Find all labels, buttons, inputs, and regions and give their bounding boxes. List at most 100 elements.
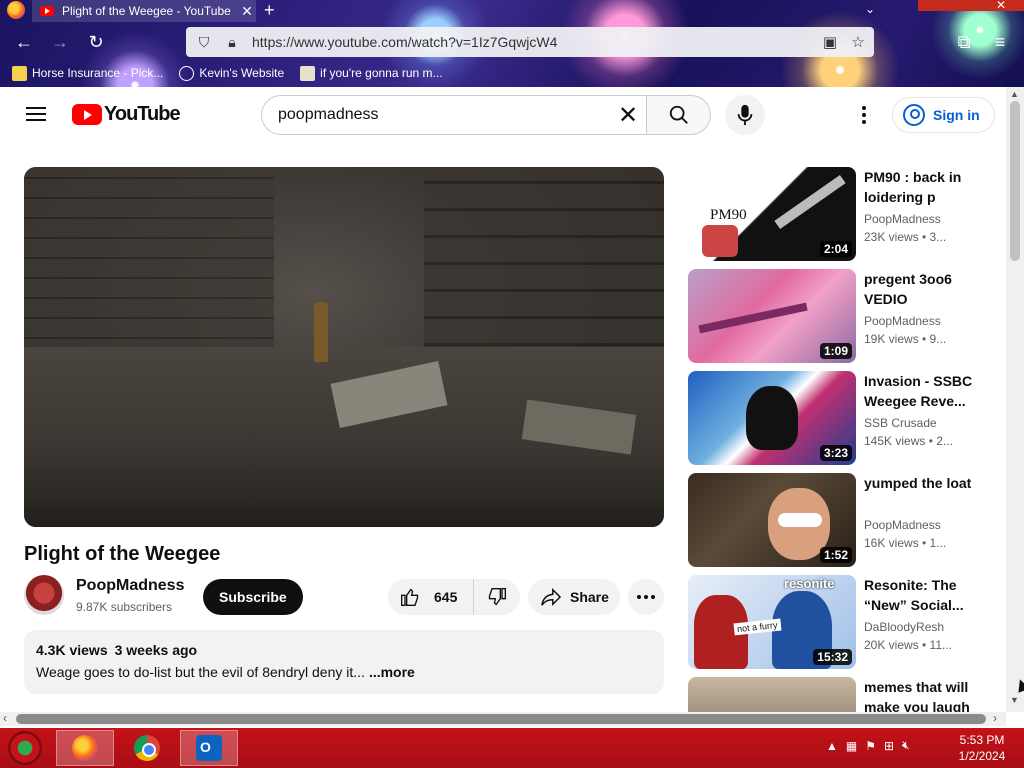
scroll-down-arrow-icon[interactable]: ▼ (1010, 695, 1019, 705)
youtube-logo[interactable]: YouTube (72, 103, 181, 126)
video-thumbnail[interactable]: PM90 2:04 (688, 167, 856, 261)
shield-icon[interactable]: ⛉ (194, 32, 214, 52)
channel-avatar[interactable] (24, 575, 64, 615)
scroll-up-arrow-icon[interactable]: ▲ (1010, 89, 1019, 99)
settings-kebab-icon[interactable] (852, 103, 876, 127)
recommendation-item[interactable]: memes that will make you laugh (688, 677, 988, 712)
vertical-scrollbar[interactable]: ▲ ▼ (1006, 87, 1024, 712)
bookmark-label: if you're gonna run m... (320, 66, 443, 80)
outlook-icon (196, 735, 222, 761)
tray-expand-icon[interactable]: ▲ (826, 739, 838, 753)
address-bar[interactable]: ⛉ 🔒︎ https://www.youtube.com/watch?v=1Iz… (186, 27, 874, 57)
recommendation-item[interactable]: PM90 2:04 PM90 : back in loidering p Poo… (688, 167, 988, 261)
reload-icon[interactable]: ↻ (84, 30, 108, 54)
recommendation-channel[interactable]: PoopMadness (864, 518, 941, 532)
lock-icon[interactable]: 🔒︎ (222, 32, 242, 52)
taskbar-outlook[interactable] (180, 730, 238, 766)
recommendation-title[interactable]: Resonite: The “New” Social... (864, 575, 976, 615)
subscribe-button[interactable]: Subscribe (203, 579, 303, 615)
vertical-scroll-thumb[interactable] (1010, 101, 1020, 261)
tray-volume-muted-icon[interactable]: 🔇︎ (902, 738, 910, 753)
video-player[interactable] (24, 167, 664, 527)
taskbar-firefox[interactable] (56, 730, 114, 766)
firefox-icon[interactable] (7, 1, 25, 19)
video-thumbnail[interactable]: not a furry resonite 15:32 (688, 575, 856, 669)
video-thumbnail[interactable] (688, 677, 856, 712)
show-more-link[interactable]: ...more (369, 664, 415, 680)
account-icon (903, 104, 925, 126)
taskbar: ▲ ▦ ⚑ ⊞ 🔇︎ 5:53 PM 1/2/2024 (0, 728, 1024, 768)
voice-search-button[interactable] (725, 95, 765, 135)
recommendation-title[interactable]: memes that will make you laugh (864, 677, 976, 712)
reader-view-icon[interactable]: ▣ (818, 30, 842, 54)
clock-time: 5:53 PM (959, 733, 1005, 747)
bookmark-item[interactable]: if you're gonna run m... (300, 65, 443, 81)
recommendation-channel[interactable]: DaBloodyResh (864, 620, 944, 634)
horizontal-scrollbar[interactable]: ‹ › (0, 711, 1006, 726)
like-button[interactable]: 645 (388, 579, 474, 615)
forward-arrow-icon[interactable]: → (48, 30, 72, 54)
recommendation-channel[interactable]: SSB Crusade (864, 416, 937, 430)
dislike-button[interactable] (474, 579, 520, 615)
upload-age: 3 weeks ago (114, 642, 198, 658)
search-box[interactable]: ✕ (261, 95, 647, 135)
tray-network-icon[interactable]: ⊞ (884, 739, 894, 753)
like-count: 645 (434, 589, 458, 605)
back-arrow-icon[interactable]: ← (12, 30, 36, 54)
logo-text: YouTube (104, 103, 181, 125)
tray-flag-icon[interactable]: ⚑ (865, 739, 876, 753)
recommendation-title[interactable]: pregent 3oo6 VEDIO (864, 269, 976, 309)
taskbar-clock[interactable]: 5:53 PM 1/2/2024 (952, 732, 1012, 764)
url-text[interactable]: https://www.youtube.com/watch?v=1Iz7Gqwj… (252, 34, 818, 50)
youtube-page: YouTube ✕ Sign in Plight of the Weegee (0, 87, 1006, 712)
tab-youtube[interactable]: Plight of the Weegee - YouTube ✕ (32, 0, 256, 22)
more-actions-button[interactable] (628, 579, 664, 615)
sign-in-button[interactable]: Sign in (892, 97, 995, 133)
tray-display-icon[interactable]: ▦ (846, 739, 857, 753)
video-thumbnail[interactable]: 1:52 (688, 473, 856, 567)
tab-bar: Plight of the Weegee - YouTube ✕ + ⌄ ✕ (0, 0, 1024, 22)
scroll-left-arrow-icon[interactable]: ‹ (3, 711, 7, 725)
search-input[interactable] (278, 106, 610, 124)
horizontal-scroll-thumb[interactable] (16, 714, 986, 724)
bookmark-item[interactable]: Kevin's Website (179, 65, 285, 81)
recommendation-title[interactable]: Invasion - SSBC Weegee Reve... (864, 371, 976, 411)
close-tab-icon[interactable]: ✕ (238, 3, 256, 20)
scroll-right-arrow-icon[interactable]: › (993, 711, 997, 725)
recommendation-item[interactable]: 1:52 yumped the loat PoopMadness 16K vie… (688, 473, 988, 567)
app-menu-icon[interactable]: ≡ (988, 30, 1012, 54)
recommendation-stats: 16K views • 1... (864, 536, 947, 550)
guide-menu-icon[interactable] (24, 103, 48, 127)
system-tray: ▲ ▦ ⚑ ⊞ 🔇︎ (826, 738, 918, 753)
window-close-button[interactable]: ✕ (918, 0, 1024, 11)
recommendation-channel[interactable]: PoopMadness (864, 314, 941, 328)
new-tab-icon[interactable]: + (264, 0, 275, 20)
recommendation-item[interactable]: not a furry resonite 15:32 Resonite: The… (688, 575, 988, 669)
list-tabs-chevron-icon[interactable]: ⌄ (865, 0, 875, 18)
video-thumbnail[interactable]: 3:23 (688, 371, 856, 465)
channel-name[interactable]: PoopMadness (76, 577, 184, 595)
bookmark-star-icon[interactable]: ☆ (846, 30, 870, 54)
recommendation-channel[interactable]: PoopMadness (864, 212, 941, 226)
duration-badge: 3:23 (819, 445, 852, 461)
recommendation-item[interactable]: 3:23 Invasion - SSBC Weegee Reve... SSB … (688, 371, 988, 465)
taskbar-chrome[interactable] (118, 730, 176, 766)
clear-search-icon[interactable]: ✕ (610, 101, 646, 130)
recommendation-stats: 19K views • 9... (864, 332, 947, 346)
extensions-icon[interactable]: ⧉ (952, 30, 976, 54)
masthead: YouTube ✕ Sign in (0, 87, 1006, 143)
video-thumbnail[interactable]: 1:09 (688, 269, 856, 363)
recommendation-title[interactable]: PM90 : back in loidering p (864, 167, 976, 207)
search-icon (669, 105, 688, 124)
bookmark-label: Kevin's Website (199, 66, 285, 80)
bookmark-item[interactable]: Horse Insurance - Pick... (12, 65, 163, 81)
recommendation-stats: 23K views • 3... (864, 230, 947, 244)
globe-icon (179, 65, 195, 81)
search-button[interactable] (647, 95, 711, 135)
start-button[interactable] (8, 731, 42, 765)
recommendation-title[interactable]: yumped the loat (864, 473, 976, 493)
share-button[interactable]: Share (528, 579, 620, 615)
share-icon (541, 587, 562, 607)
description-box[interactable]: 4.3K views 3 weeks ago Weage goes to do-l… (24, 630, 664, 694)
recommendation-item[interactable]: 1:09 pregent 3oo6 VEDIO PoopMadness 19K … (688, 269, 988, 363)
